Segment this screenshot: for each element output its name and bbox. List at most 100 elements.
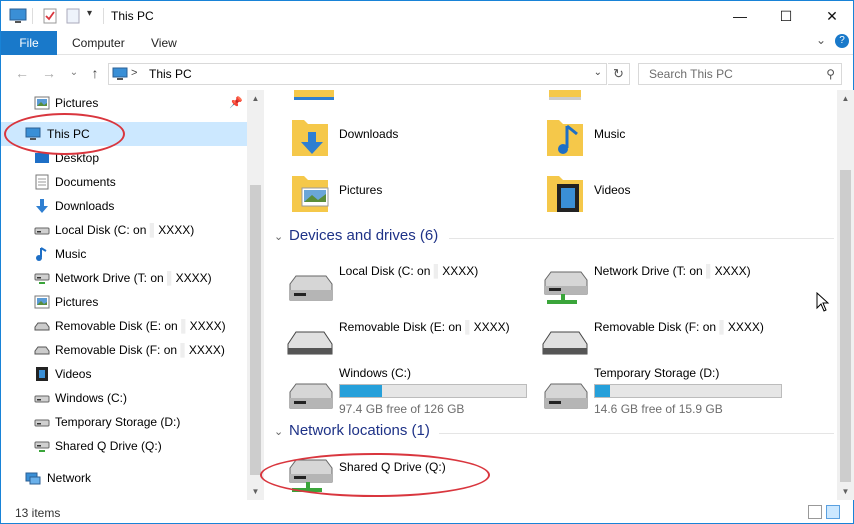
folder-pictures[interactable]: Pictures: [264, 170, 504, 222]
capacity-fill: [595, 385, 611, 397]
minimize-button[interactable]: —: [717, 1, 763, 31]
chevron-down-icon[interactable]: ⌄: [274, 230, 283, 243]
drive-shared-q[interactable]: Shared Q Drive (Q:): [264, 459, 514, 500]
sidebar-item-removable-disk-f[interactable]: Removable Disk (F: on ▌XXXX): [1, 338, 247, 362]
search-icon[interactable]: ⚲: [826, 67, 835, 81]
window-title: This PC: [111, 9, 154, 23]
large-icons-view-icon[interactable]: [826, 505, 840, 519]
details-view-icon[interactable]: [808, 505, 822, 519]
sidebar-item-label: Network Drive (T: on ▌XXXX): [55, 271, 212, 285]
help-icon[interactable]: ?: [835, 34, 849, 48]
sidebar-item-local-disk-c[interactable]: Local Disk (C: on ▌XXXX): [1, 218, 247, 242]
customize-toolbar-icon[interactable]: ▾: [87, 8, 92, 24]
network-drive-icon: [34, 273, 50, 284]
sidebar-item-removable-disk-e[interactable]: Removable Disk (E: on ▌XXXX): [1, 314, 247, 338]
sidebar-item-documents[interactable]: Documents: [1, 170, 247, 194]
local-disk-icon: [34, 227, 50, 235]
documents-folder-icon[interactable]: [549, 90, 581, 100]
network-drive-icon: [544, 271, 588, 304]
capacity-fill: [340, 385, 383, 397]
sidebar-item-music[interactable]: Music: [1, 242, 247, 266]
maximize-button[interactable]: ☐: [763, 1, 809, 31]
navigation-pane: Pictures 📌 This PC Desktop Documents Dow…: [1, 90, 247, 500]
sidebar-item-desktop[interactable]: Desktop: [1, 146, 247, 170]
tab-computer[interactable]: Computer: [58, 31, 139, 55]
sidebar-item-label: This PC: [47, 127, 90, 141]
tab-file[interactable]: File: [1, 31, 57, 55]
sidebar-item-label: Downloads: [55, 199, 115, 213]
sidebar-item-label: Windows (C:): [55, 391, 128, 405]
back-button[interactable]: ←: [13, 64, 31, 82]
forward-button[interactable]: →: [40, 64, 58, 82]
refresh-button[interactable]: ↻: [608, 63, 630, 85]
scroll-down-arrow-icon[interactable]: ▼: [247, 483, 264, 500]
recent-locations-button[interactable]: ⌄: [65, 64, 83, 82]
sidebar-item-videos[interactable]: Videos: [1, 362, 247, 386]
drive-removable-disk-f[interactable]: Removable Disk (F: on ▌XXXX): [519, 320, 769, 372]
sidebar-item-pictures-quick[interactable]: Pictures 📌: [1, 91, 247, 115]
navigation-bar: ← → ⌄ ↑ > This PC ⌄ ↻ Search This PC ⚲: [1, 56, 853, 90]
folder-downloads[interactable]: Downloads: [264, 114, 504, 166]
title-bar: ▾ This PC — ☐ ✕: [1, 1, 853, 31]
section-devices-and-drives[interactable]: ⌄ Devices and drives (6): [274, 227, 834, 249]
address-chevron-icon[interactable]: >: [131, 67, 137, 79]
scroll-up-arrow-icon[interactable]: ▲: [837, 90, 854, 107]
sidebar-item-label: Documents: [55, 175, 116, 189]
tab-view[interactable]: View: [137, 31, 191, 55]
sidebar-item-pictures[interactable]: Pictures: [1, 290, 247, 314]
desktop-folder-icon[interactable]: [294, 90, 334, 100]
item-count: 13 items: [15, 506, 61, 520]
drive-removable-disk-e[interactable]: Removable Disk (E: on ▌XXXX): [264, 320, 514, 372]
drive-windows-c[interactable]: Windows (C:) 97.4 GB free of 126 GB: [264, 366, 527, 418]
sidebar-item-temporary-storage-d[interactable]: Temporary Storage (D:): [1, 410, 247, 434]
folder-music[interactable]: Music: [519, 114, 759, 166]
address-text[interactable]: This PC: [149, 67, 192, 81]
section-title: Devices and drives (6): [289, 227, 439, 244]
documents-icon: [35, 174, 49, 190]
separator: [32, 8, 33, 24]
pin-icon[interactable]: 📌: [229, 96, 243, 109]
close-button[interactable]: ✕: [809, 1, 854, 31]
drive-label: Shared Q Drive (Q:): [339, 460, 446, 474]
section-network-locations[interactable]: ⌄ Network locations (1): [274, 422, 834, 444]
sidebar-item-downloads[interactable]: Downloads: [1, 194, 247, 218]
new-folder-icon[interactable]: [66, 8, 80, 24]
up-button[interactable]: ↑: [86, 64, 104, 82]
drive-icon: [544, 383, 588, 409]
drive-label: Network Drive (T: on ▌XXXX): [594, 264, 751, 278]
desktop-icon: [35, 153, 49, 163]
folder-videos[interactable]: Videos: [519, 170, 759, 222]
drive-network-drive-t[interactable]: Network Drive (T: on ▌XXXX): [519, 264, 769, 316]
properties-icon[interactable]: [43, 8, 57, 24]
address-bar[interactable]: > This PC ⌄: [108, 63, 607, 85]
local-disk-icon: [289, 275, 333, 301]
drive-label: Removable Disk (E: on ▌XXXX): [339, 320, 510, 334]
address-dropdown-icon[interactable]: ⌄: [594, 67, 602, 78]
sidebar-item-network[interactable]: Network: [1, 466, 247, 490]
sidebar-item-label: Music: [55, 247, 87, 261]
content-scrollbar[interactable]: ▲ ▼: [837, 90, 854, 500]
sidebar-item-label: Desktop: [55, 151, 100, 165]
search-input[interactable]: Search This PC ⚲: [638, 63, 842, 85]
sidebar-item-label: Network: [47, 471, 92, 485]
expand-ribbon-icon[interactable]: ⌄: [816, 33, 826, 47]
capacity-bar: [594, 384, 782, 398]
sidebar-item-shared-q-drive[interactable]: Shared Q Drive (Q:): [1, 434, 247, 458]
scrollbar-thumb[interactable]: [250, 185, 261, 475]
sidebar-scrollbar[interactable]: ▲ ▼: [247, 90, 264, 500]
sidebar-item-this-pc[interactable]: This PC: [1, 122, 247, 146]
sidebar-item-label: Temporary Storage (D:): [55, 415, 181, 429]
drive-local-disk-c[interactable]: Local Disk (C: on ▌XXXX): [264, 264, 514, 316]
scroll-up-arrow-icon[interactable]: ▲: [247, 90, 264, 107]
scrollbar-thumb[interactable]: [840, 170, 851, 482]
music-icon: [36, 247, 47, 261]
chevron-down-icon[interactable]: ⌄: [274, 425, 283, 438]
sidebar-item-label: Videos: [55, 367, 92, 381]
drive-label: Windows (C:): [339, 366, 412, 380]
sidebar-item-network-drive-t[interactable]: Network Drive (T: on ▌XXXX): [1, 266, 247, 290]
mouse-cursor-icon: [816, 292, 830, 312]
sidebar-item-windows-c[interactable]: Windows (C:): [1, 386, 247, 410]
drive-temporary-storage-d[interactable]: Temporary Storage (D:) 14.6 GB free of 1…: [519, 366, 782, 418]
scroll-down-arrow-icon[interactable]: ▼: [837, 483, 854, 500]
divider: [449, 238, 834, 239]
